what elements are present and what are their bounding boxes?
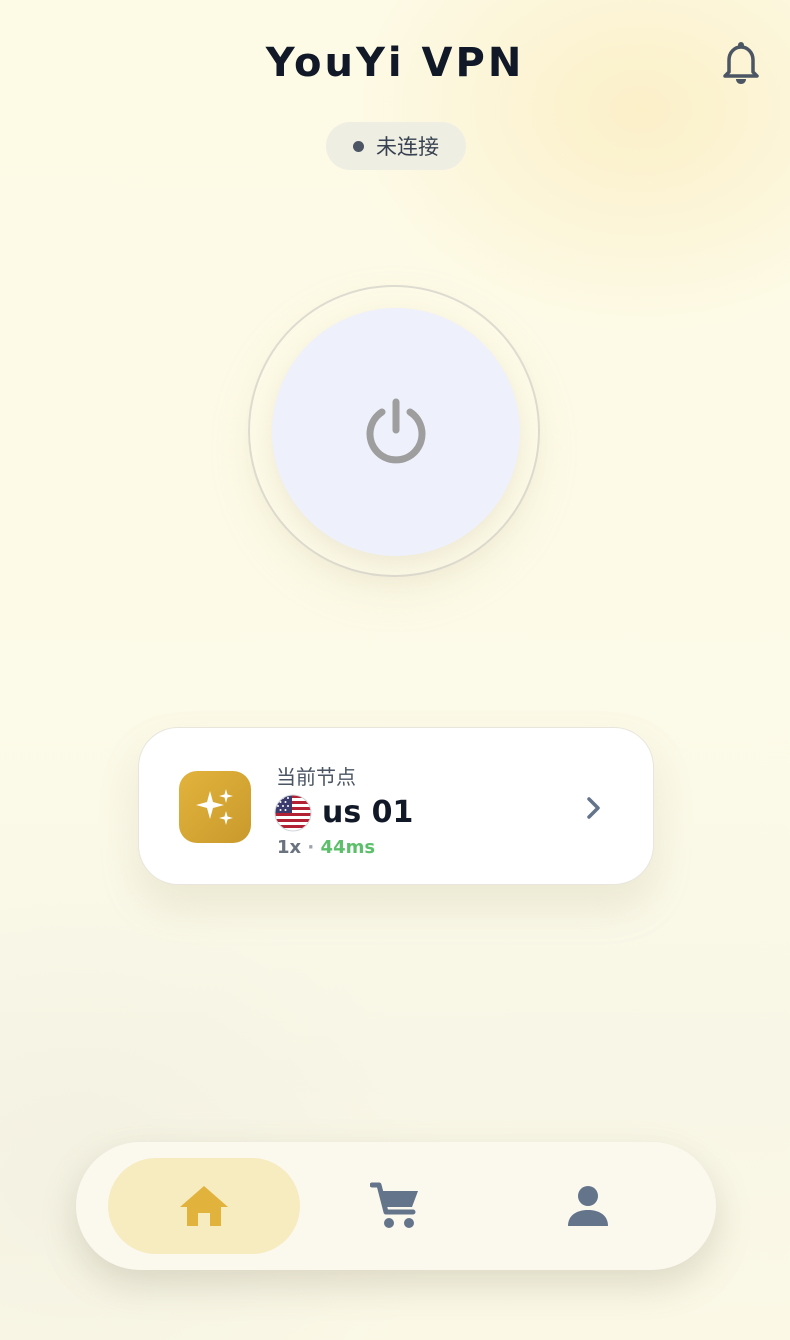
node-multiplier: 1x — [277, 837, 302, 858]
bottom-navigation — [76, 1142, 716, 1270]
bell-icon[interactable] — [720, 40, 762, 86]
nav-tab-home[interactable] — [108, 1158, 300, 1254]
sparkles-icon — [179, 771, 251, 843]
node-latency: 44ms — [320, 837, 376, 858]
nav-tab-shop[interactable] — [300, 1158, 492, 1254]
connection-status-badge: 未连接 — [326, 122, 466, 170]
nav-tab-profile[interactable] — [492, 1158, 684, 1254]
current-node-name: us 01 — [322, 795, 414, 830]
power-button[interactable] — [272, 308, 520, 556]
connection-status-text: 未连接 — [376, 135, 439, 159]
chevron-right-icon — [583, 795, 605, 821]
us-flag-icon — [274, 794, 312, 832]
user-icon — [568, 1186, 608, 1226]
node-meta: 1x · 44ms — [277, 837, 375, 858]
current-node-card[interactable]: 当前节点 us 01 1x · 44ms — [138, 727, 654, 885]
power-icon — [366, 398, 426, 464]
node-meta-separator: · — [307, 837, 315, 858]
app-title: YouYi VPN — [265, 40, 525, 86]
current-node-label: 当前节点 — [276, 765, 356, 789]
cart-icon — [370, 1182, 418, 1228]
status-dot-icon — [353, 140, 364, 152]
home-icon — [180, 1186, 228, 1226]
